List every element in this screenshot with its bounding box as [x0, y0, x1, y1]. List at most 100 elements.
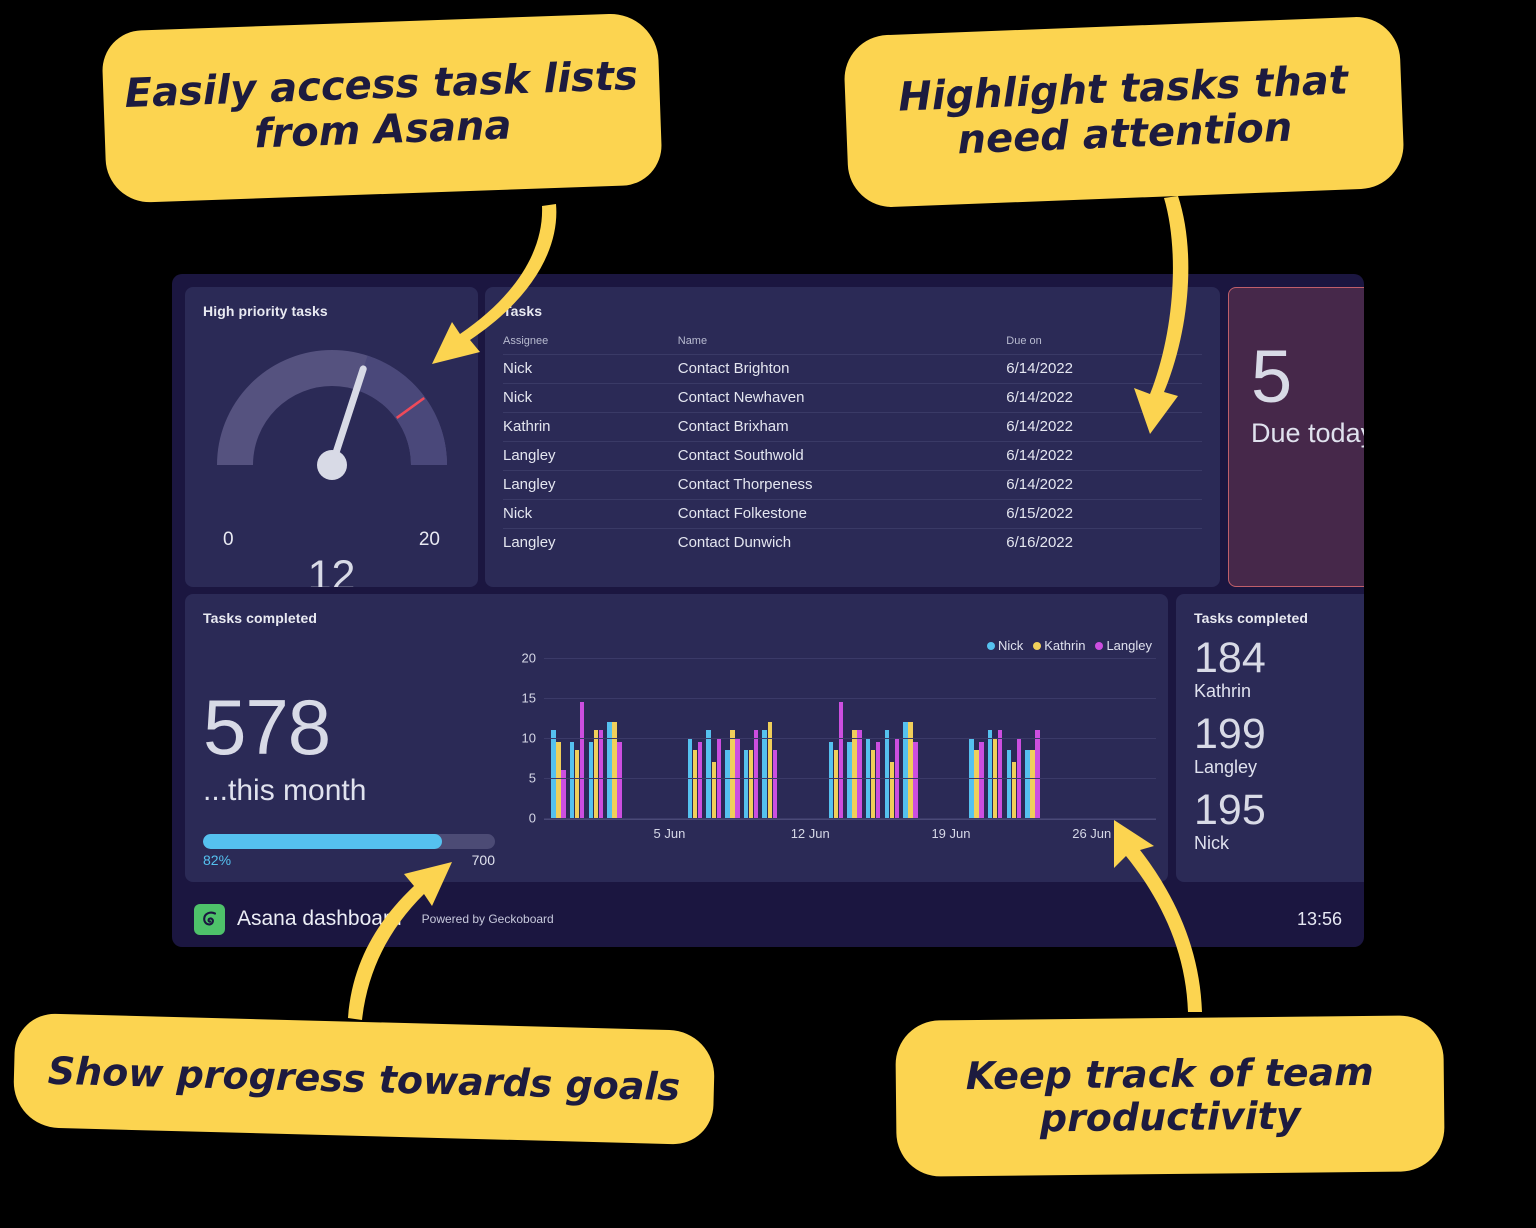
chart-bar: [730, 730, 735, 818]
chart-bar: [884, 730, 890, 818]
chart-gridline: [544, 738, 1156, 739]
chart-bar: [556, 742, 561, 818]
table-row[interactable]: Nick Contact Folkestone 6/15/2022: [503, 499, 1202, 529]
task-due-date: 6/16/2022: [1006, 528, 1202, 557]
chart-bar: [1025, 750, 1030, 818]
dashboard-footer: Asana dashboard Powered by Geckoboard 13…: [172, 891, 1364, 947]
chart-bar: [575, 750, 580, 818]
task-due-date: 6/15/2022: [1006, 499, 1202, 529]
chart-bar: [762, 730, 767, 818]
due-today-number: 5: [1251, 335, 1293, 418]
chart-bar: [1030, 750, 1035, 818]
chart-bar: [612, 722, 617, 818]
chart-bar: [974, 750, 979, 818]
widget-title-tasks: Tasks: [503, 303, 543, 319]
column-header-assignee: Assignee: [503, 335, 549, 347]
task-name: Contact Brixham: [677, 412, 1007, 442]
chart-legend-item: Langley: [1095, 638, 1152, 653]
callout-keep-track: Keep track of team productivity: [895, 1015, 1445, 1177]
task-assignee: Langley: [503, 441, 678, 471]
leaderboard-entry: 184 Kathrin: [1194, 635, 1364, 702]
column-header-due-on: Due on: [1006, 335, 1042, 347]
goal-progress: 82% 700: [203, 834, 495, 868]
chart-bar: [753, 730, 759, 818]
chart-bar: [588, 742, 594, 818]
gauge-filled-arc: [355, 355, 447, 466]
chart-y-tick-label: 5: [528, 770, 536, 786]
task-assignee: Kathrin: [503, 412, 678, 442]
asana-logo-glyph: [202, 911, 216, 926]
chart-x-tick-label: 5 Jun: [653, 826, 686, 841]
task-name: Contact Newhaven: [677, 383, 1007, 413]
chart-bar: [852, 730, 857, 818]
legend-color-dot: [1095, 641, 1104, 650]
task-assignee: Langley: [503, 528, 678, 557]
table-row[interactable]: Langley Contact Dunwich 6/16/2022: [503, 528, 1202, 557]
widget-tasks-completed-leaderboard[interactable]: Tasks completed 184 Kathrin 199 Langley 195 N…: [1176, 594, 1364, 882]
chart-bar: [1011, 762, 1017, 818]
chart-plot-area: 0 5 10 15 20 5 Jun 12 Jun 19 Jun 26 Jun: [522, 651, 1156, 841]
chart-bar: [908, 722, 913, 818]
chart-y-tick-label: 20: [521, 650, 536, 666]
table-row[interactable]: Kathrin Contact Brixham 6/14/2022: [503, 412, 1202, 442]
chart-gridline: [544, 658, 1156, 659]
table-row[interactable]: Langley Contact Thorpeness 6/14/2022: [503, 470, 1202, 500]
table-row[interactable]: Nick Contact Brighton 6/14/2022: [503, 354, 1202, 384]
footer-brand: Asana dashboard Powered by Geckoboard: [194, 903, 554, 935]
chart-bar: [1006, 750, 1012, 818]
asana-dashboard: High priority tasks 0 20 12 Tasks Assign…: [172, 274, 1364, 947]
chart-bar: [748, 750, 754, 818]
task-due-date: 6/14/2022: [1006, 412, 1202, 442]
chart-bar: [833, 750, 839, 818]
gauge-max-label: 20: [418, 529, 440, 550]
screenshot-stage: High priority tasks 0 20 12 Tasks Assign…: [0, 0, 1536, 1228]
chart-bar: [772, 750, 777, 818]
widget-due-today[interactable]: 5 Due today !: [1228, 287, 1364, 587]
chart-bar: [580, 702, 585, 818]
progress-goal-label: 700: [471, 852, 495, 868]
leaderboard-number: 195: [1194, 786, 1266, 835]
widget-high-priority-tasks[interactable]: High priority tasks 0 20 12: [185, 287, 478, 587]
legend-color-dot: [1033, 641, 1042, 650]
table-row[interactable]: Nick Contact Newhaven 6/14/2022: [503, 383, 1202, 413]
callout-easily-access-task-lists: Easily access task lists from Asana: [101, 12, 663, 204]
task-due-date: 6/14/2022: [1006, 383, 1202, 413]
chart-bar: [551, 730, 556, 818]
chart-bar: [1035, 730, 1040, 818]
callout-highlight-tasks: Highlight tasks that need attention: [842, 15, 1406, 209]
tasks-completed-subtitle: ...this month: [203, 774, 367, 807]
table-header-row: Assignee Name Due on: [503, 335, 1202, 355]
chart-bar: [692, 750, 698, 818]
chart-x-tick-label: 19 Jun: [931, 826, 971, 841]
chart-y-tick-label: 10: [521, 730, 536, 746]
bar-chart: Nick Kathrin Langley 0 5 10 15 20 5 Jun 12 Jun 19…: [510, 636, 1160, 872]
chart-bar: [593, 730, 599, 818]
widget-tasks-table[interactable]: Tasks Assignee Name Due on Nick Contact B…: [485, 287, 1220, 587]
chart-legend-item: Kathrin: [1033, 638, 1085, 653]
tasks-completed-summary: 578 ...this month 82% 700: [203, 644, 503, 868]
chart-legend-item: Nick: [986, 638, 1023, 653]
column-header-name: Name: [677, 335, 708, 347]
progress-bar-track: [203, 834, 495, 849]
footer-powered-by: Powered by Geckoboard: [421, 912, 554, 926]
task-name: Contact Brighton: [677, 354, 1007, 384]
chart-legend: Nick Kathrin Langley: [986, 638, 1152, 653]
chart-bar: [998, 730, 1003, 818]
chart-gridline: [544, 818, 1156, 819]
widget-tasks-completed-chart[interactable]: Tasks completed 578 ...this month 82% 70…: [185, 594, 1168, 882]
widget-title-high-priority: High priority tasks: [203, 303, 328, 319]
chart-bar: [607, 722, 612, 818]
chart-bar: [857, 730, 862, 818]
chart-bar: [913, 742, 918, 818]
chart-bar: [988, 730, 993, 818]
chart-bar: [870, 750, 876, 818]
gauge-value-label: 12: [307, 552, 356, 588]
table-row[interactable]: Langley Contact Southwold 6/14/2022: [503, 441, 1202, 471]
task-name: Contact Thorpeness: [677, 470, 1007, 500]
chart-bar: [725, 750, 730, 818]
chart-bar: [767, 722, 772, 818]
task-assignee: Nick: [503, 354, 678, 384]
task-name: Contact Folkestone: [677, 499, 1007, 529]
chart-bar: [617, 742, 622, 818]
chart-x-tick-label: 26 Jun: [1072, 826, 1112, 841]
